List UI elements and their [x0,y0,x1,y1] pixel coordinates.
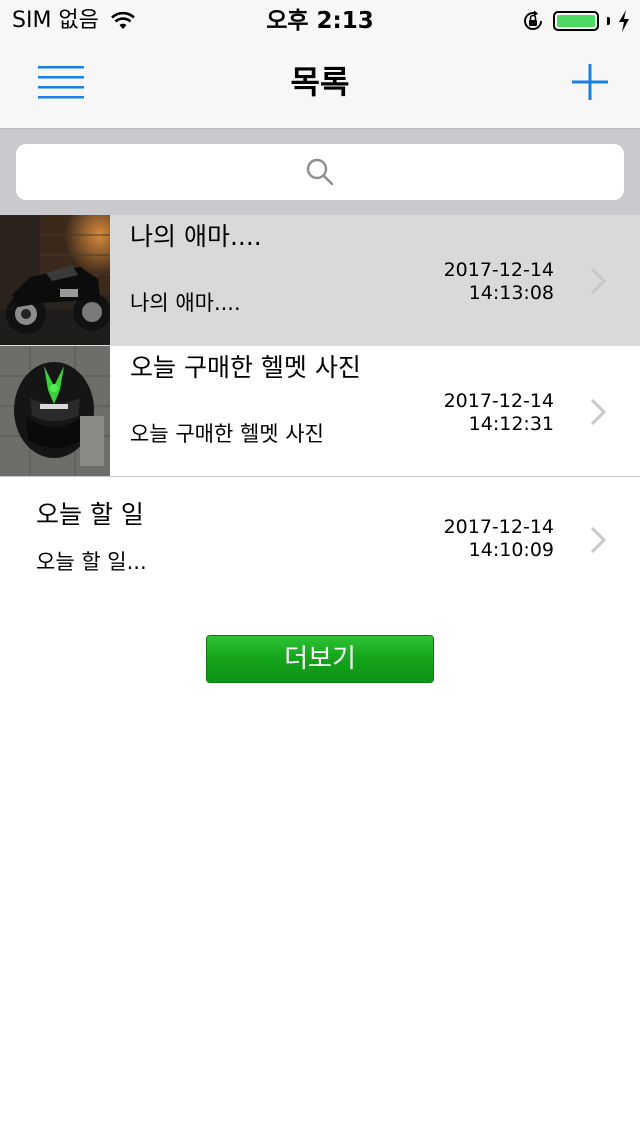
battery-tip [607,17,610,25]
plus-icon[interactable] [570,62,610,102]
hamburger-menu-icon[interactable] [38,64,86,100]
page-title: 목록 [290,63,350,101]
item-title: 오늘 구매한 헬멧 사진 [130,353,361,382]
item-subtitle: 오늘 할 일... [36,550,147,574]
item-subtitle: 나의 애마.... [130,291,241,315]
load-more-button[interactable]: 더보기 [206,635,434,683]
rotation-lock-icon [524,10,543,30]
item-title: 나의 애마.... [130,222,262,251]
helmet-photo [0,346,110,476]
battery-level [557,15,595,27]
battery-icon [553,11,599,31]
search-bar [0,129,640,215]
item-time: 14:10:09 [468,539,554,561]
list-item[interactable]: 나의 애마.... 나의 애마.... 2017-12-14 14:13:08 [0,215,640,346]
chevron-right-icon [590,398,606,426]
item-date: 2017-12-14 [443,259,554,281]
item-date: 2017-12-14 [443,390,554,412]
navigation-bar: SIM 없음 오후 2:13 목록 [0,0,640,129]
list-item[interactable]: 오늘 구매한 헬멧 사진 오늘 구매한 헬멧 사진 2017-12-14 14:… [0,346,640,477]
chevron-right-icon [590,267,606,295]
search-icon [306,158,334,186]
item-title: 오늘 할 일 [36,500,144,529]
motorcycle-photo [0,215,110,345]
search-input[interactable] [16,144,624,200]
item-time: 14:12:31 [468,413,554,435]
charging-bolt-icon [619,10,629,32]
status-indicators [521,8,630,34]
list-item[interactable]: 오늘 할 일 오늘 할 일... 2017-12-14 14:10:09 [0,477,640,607]
item-date: 2017-12-14 [443,516,554,538]
chevron-right-icon [590,526,606,554]
item-time: 14:13:08 [468,282,554,304]
memo-list: 나의 애마.... 나의 애마.... 2017-12-14 14:13:08 [0,215,640,607]
item-subtitle: 오늘 구매한 헬멧 사진 [130,422,324,446]
